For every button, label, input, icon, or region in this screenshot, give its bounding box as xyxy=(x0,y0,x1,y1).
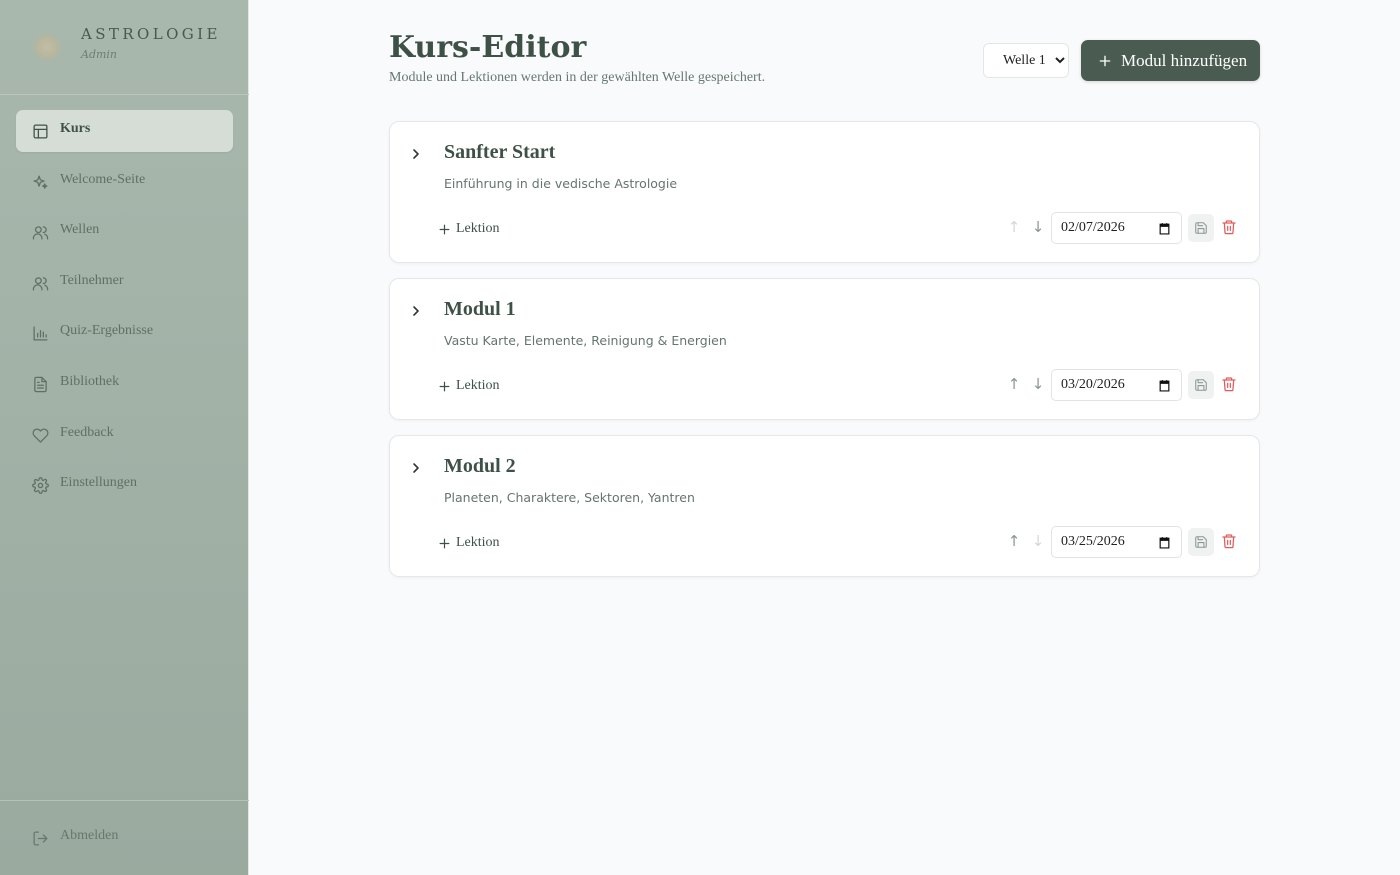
sidebar-item-label: Feedback xyxy=(60,424,114,440)
module-date-value: 03/20/2026 xyxy=(1061,377,1125,392)
module-title: Modul 2 xyxy=(444,455,516,477)
module-date-value: 03/25/2026 xyxy=(1061,534,1125,549)
sparkles-icon xyxy=(33,175,48,189)
sidebar-nav: Kurs Welcome-Seite Wellen Teilnehmer Qui… xyxy=(16,110,233,515)
sidebar-item-label: Einstellungen xyxy=(60,475,137,491)
sidebar-item-kurs[interactable]: Kurs xyxy=(16,110,233,152)
module-card: Modul 2 Planeten, Charaktere, Sektoren, … xyxy=(389,435,1260,577)
sidebar-item-label: Wellen xyxy=(60,222,100,238)
add-module-label: Modul hinzufügen xyxy=(1121,50,1248,70)
gear-icon xyxy=(32,477,49,495)
calendar-icon[interactable] xyxy=(1158,222,1171,235)
move-down-button[interactable]: ↓ xyxy=(1030,375,1046,393)
module-description: Planeten, Charaktere, Sektoren, Yantren xyxy=(444,490,695,505)
chevron-right-icon[interactable] xyxy=(408,146,424,162)
sidebar-item-bibliothek[interactable]: Bibliothek xyxy=(16,363,233,405)
chevron-right-icon[interactable] xyxy=(408,460,424,476)
sidebar-item-teilnehmer[interactable]: Teilnehmer xyxy=(16,262,233,304)
calendar-icon[interactable] xyxy=(1158,379,1171,392)
module-date-value: 02/07/2026 xyxy=(1061,220,1125,235)
document-icon xyxy=(34,376,47,393)
save-button[interactable] xyxy=(1188,371,1214,399)
brand: ASTROLOGIE Admin xyxy=(0,0,249,95)
layout-icon xyxy=(33,124,48,139)
brand-logo xyxy=(32,34,62,60)
add-lesson-button[interactable]: Lektion xyxy=(438,531,500,555)
plus-icon xyxy=(439,224,450,234)
module-date-input[interactable]: 03/20/2026 xyxy=(1051,369,1182,401)
chevron-right-icon[interactable] xyxy=(408,303,424,319)
page-title: Kurs-Editor xyxy=(389,30,587,65)
logout-icon xyxy=(33,831,48,846)
sidebar-item-einstellungen[interactable]: Einstellungen xyxy=(16,464,233,506)
save-icon xyxy=(1195,222,1207,234)
move-up-button[interactable]: ↑ xyxy=(1006,218,1022,236)
module-card: Modul 1 Vastu Karte, Elemente, Reinigung… xyxy=(389,278,1260,420)
module-description: Einführung in die vedische Astrologie xyxy=(444,176,678,191)
users-icon xyxy=(32,276,49,291)
heart-icon xyxy=(32,428,49,443)
sidebar-item-wellen[interactable]: Wellen xyxy=(16,211,233,253)
calendar-icon[interactable] xyxy=(1158,536,1171,549)
module-description: Vastu Karte, Elemente, Reinigung & Energ… xyxy=(444,333,727,348)
plus-icon xyxy=(439,538,450,548)
module-title: Modul 1 xyxy=(444,298,516,320)
move-up-button[interactable]: ↑ xyxy=(1006,375,1022,393)
module-date-input[interactable]: 02/07/2026 xyxy=(1051,212,1182,244)
brand-subtitle: Admin xyxy=(81,48,118,61)
add-lesson-button[interactable]: Lektion xyxy=(438,217,500,241)
wave-select[interactable]: Welle 1 xyxy=(983,43,1069,78)
sidebar-footer: Abmelden xyxy=(0,800,249,875)
sidebar-item-label: Kurs xyxy=(60,121,91,136)
sidebar-item-label: Welcome-Seite xyxy=(60,171,146,187)
add-lesson-label: Lektion xyxy=(456,378,500,393)
module-title: Sanfter Start xyxy=(444,141,556,163)
page-subtitle: Module und Lektionen werden in der gewäh… xyxy=(389,70,766,85)
save-button[interactable] xyxy=(1188,528,1214,556)
save-icon xyxy=(1195,536,1207,548)
logout-label: Abmelden xyxy=(60,828,119,843)
sidebar-item-quiz-ergebnisse[interactable]: Quiz-Ergebnisse xyxy=(16,312,233,354)
move-up-button[interactable]: ↑ xyxy=(1006,532,1022,550)
sidebar-item-label: Bibliothek xyxy=(60,373,120,389)
sidebar: ASTROLOGIE Admin Kurs Welcome-Seite Well… xyxy=(0,0,249,875)
plus-icon xyxy=(439,381,450,391)
trash-icon[interactable] xyxy=(1221,533,1237,549)
bar-chart-icon xyxy=(33,326,48,341)
save-button[interactable] xyxy=(1188,214,1214,242)
trash-icon[interactable] xyxy=(1221,376,1237,392)
add-lesson-button[interactable]: Lektion xyxy=(438,374,500,398)
logout-button[interactable]: Abmelden xyxy=(16,817,233,859)
module-date-input[interactable]: 03/25/2026 xyxy=(1051,526,1182,558)
add-module-button[interactable]: Modul hinzufügen xyxy=(1081,40,1260,81)
save-icon xyxy=(1195,379,1207,391)
trash-icon[interactable] xyxy=(1221,219,1237,235)
users-icon xyxy=(32,226,49,240)
sidebar-item-label: Quiz-Ergebnisse xyxy=(60,323,154,339)
brand-title: ASTROLOGIE xyxy=(81,25,221,43)
add-lesson-label: Lektion xyxy=(456,535,500,550)
move-down-button[interactable]: ↓ xyxy=(1030,532,1046,550)
plus-icon xyxy=(1099,55,1111,66)
module-card: Sanfter Start Einführung in die vedische… xyxy=(389,121,1260,263)
add-lesson-label: Lektion xyxy=(456,221,500,236)
sidebar-item-welcome-seite[interactable]: Welcome-Seite xyxy=(16,161,233,203)
move-down-button[interactable]: ↓ xyxy=(1030,218,1046,236)
sidebar-item-feedback[interactable]: Feedback xyxy=(16,414,233,456)
sidebar-item-label: Teilnehmer xyxy=(60,272,124,288)
